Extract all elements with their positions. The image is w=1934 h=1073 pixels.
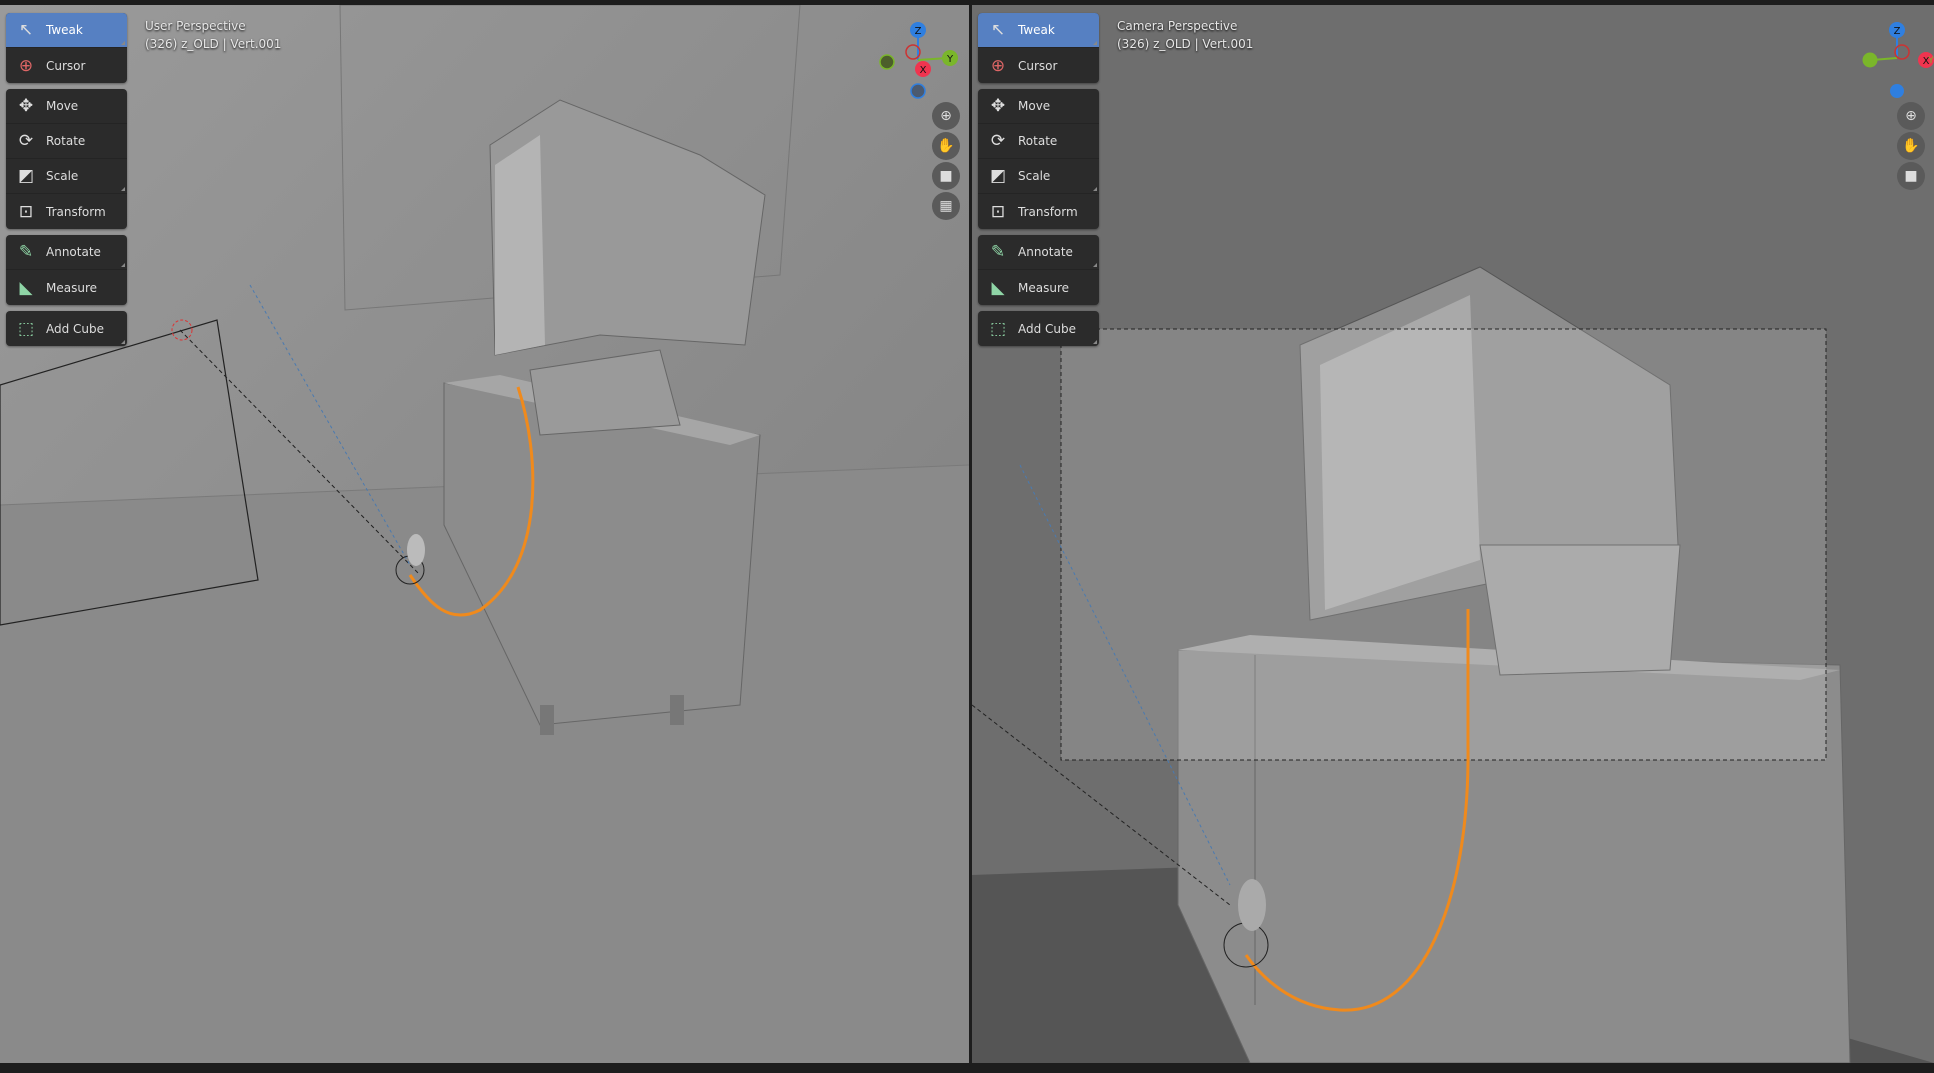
submenu-indicator	[1093, 340, 1097, 344]
axis-z-label: Z	[1894, 26, 1901, 37]
annotate-icon: ✎	[990, 242, 1006, 262]
tool-group: ✥ Move ⟳ Rotate ◩ Scale ⊡ Transform	[978, 89, 1099, 229]
transform-icon: ⊡	[990, 201, 1006, 222]
tool-label: Scale	[1018, 169, 1051, 183]
viewport-info: (326) z_OLD | Vert.001	[1117, 37, 1254, 51]
navigation-gizmo[interactable]: X Z Y	[1842, 15, 1934, 105]
tool-move[interactable]: ✥ Move	[978, 89, 1099, 124]
axis-y-label: Y	[946, 54, 954, 65]
add-cube-icon: ⬚	[989, 318, 1007, 339]
tool-group: ↖ Tweak ⊕ Cursor	[6, 13, 127, 83]
viewport-right[interactable]: Camera Perspective (326) z_OLD | Vert.00…	[972, 5, 1934, 1063]
tool-group: ✎ Annotate ◣ Measure	[6, 235, 127, 305]
tool-label: Rotate	[46, 134, 86, 148]
tool-label: Measure	[1018, 280, 1069, 295]
viewport-title: User Perspective	[145, 19, 246, 33]
tool-group: ⬚ Add Cube	[978, 311, 1099, 346]
scale-icon: ◩	[989, 166, 1007, 186]
scene-left	[0, 5, 969, 1063]
tool-measure[interactable]: ◣ Measure	[978, 270, 1099, 305]
tool-label: Move	[1018, 99, 1051, 113]
tool-cursor[interactable]: ⊕ Cursor	[978, 48, 1099, 83]
tweak-icon: ↖	[18, 20, 34, 40]
tool-label: Measure	[46, 280, 97, 295]
tool-annotate[interactable]: ✎ Annotate	[6, 235, 127, 270]
tool-rotate[interactable]: ⟳ Rotate	[978, 124, 1099, 159]
submenu-indicator	[121, 340, 125, 344]
zoom-icon[interactable]: ⊕	[932, 102, 960, 130]
axis-z-label: Z	[915, 26, 922, 37]
viewport-title: Camera Perspective	[1117, 19, 1238, 33]
cursor-icon: ⊕	[990, 55, 1006, 76]
navigation-gizmo[interactable]: Z Y X	[870, 15, 969, 105]
tool-label: Annotate	[1018, 245, 1073, 259]
tool-rotate[interactable]: ⟳ Rotate	[6, 124, 127, 159]
tool-label: Annotate	[46, 245, 101, 259]
axis-y-label: Y	[1927, 56, 1934, 66]
move-icon: ✥	[990, 96, 1006, 116]
tool-group: ✥ Move ⟳ Rotate ◩ Scale ⊡ Transform	[6, 89, 127, 229]
tool-add-cube[interactable]: ⬚ Add Cube	[6, 311, 127, 346]
toolbar: ↖ Tweak ⊕ Cursor ✥ Move ⟳ Rotate ◩ Scale ⊡ Transfor…	[6, 13, 127, 352]
tool-tweak[interactable]: ↖ Tweak	[978, 13, 1099, 48]
grid-icon[interactable]: ▦	[932, 192, 960, 220]
zoom-icon[interactable]: ⊕	[1897, 102, 1925, 130]
tool-transform[interactable]: ⊡ Transform	[6, 194, 127, 229]
cursor-icon: ⊕	[18, 55, 34, 76]
tool-measure[interactable]: ◣ Measure	[6, 270, 127, 305]
submenu-indicator	[121, 263, 125, 267]
tool-label: Cursor	[1018, 58, 1058, 73]
tool-label: Transform	[46, 204, 106, 219]
transform-icon: ⊡	[18, 201, 34, 222]
tool-group: ↖ Tweak ⊕ Cursor	[978, 13, 1099, 83]
tool-transform[interactable]: ⊡ Transform	[978, 194, 1099, 229]
tool-cursor[interactable]: ⊕ Cursor	[6, 48, 127, 83]
tool-scale[interactable]: ◩ Scale	[978, 159, 1099, 194]
camera-icon[interactable]: ■	[1897, 162, 1925, 190]
tool-tweak[interactable]: ↖ Tweak	[6, 13, 127, 48]
pan-hand-icon[interactable]: ✋	[1897, 132, 1925, 160]
pan-hand-icon[interactable]: ✋	[932, 132, 960, 160]
toolbar: ↖ Tweak ⊕ Cursor ✥ Move ⟳ Rotate ◩ Scale ⊡ Transfor…	[978, 13, 1099, 352]
tool-label: Add Cube	[46, 321, 105, 336]
annotate-icon: ✎	[18, 242, 34, 262]
measure-icon: ◣	[19, 277, 33, 298]
tool-move[interactable]: ✥ Move	[6, 89, 127, 124]
tool-add-cube[interactable]: ⬚ Add Cube	[978, 311, 1099, 346]
scene-right	[972, 5, 1934, 1063]
camera-icon[interactable]: ■	[932, 162, 960, 190]
move-icon: ✥	[18, 96, 34, 116]
tool-label: Transform	[1018, 204, 1078, 219]
viewport-left[interactable]: User Perspective (326) z_OLD | Vert.001 …	[0, 5, 969, 1063]
bottom-bar	[0, 1063, 1934, 1073]
submenu-indicator	[121, 41, 125, 45]
tool-label: Rotate	[1018, 134, 1058, 148]
tool-label: Tweak	[46, 23, 83, 37]
viewport-info: (326) z_OLD | Vert.001	[145, 37, 282, 51]
submenu-indicator	[1093, 41, 1097, 45]
tweak-icon: ↖	[990, 20, 1006, 40]
submenu-indicator	[121, 187, 125, 191]
tool-group: ✎ Annotate ◣ Measure	[978, 235, 1099, 305]
measure-icon: ◣	[991, 277, 1005, 298]
axis-x-label: X	[920, 65, 927, 76]
rotate-icon: ⟳	[990, 131, 1006, 151]
submenu-indicator	[1093, 263, 1097, 267]
add-cube-icon: ⬚	[17, 318, 35, 339]
tool-annotate[interactable]: ✎ Annotate	[978, 235, 1099, 270]
tool-label: Move	[46, 99, 79, 113]
scale-icon: ◩	[17, 166, 35, 186]
tool-label: Scale	[46, 169, 79, 183]
tool-label: Add Cube	[1018, 321, 1077, 336]
tool-label: Tweak	[1018, 23, 1055, 37]
tool-label: Cursor	[46, 58, 86, 73]
submenu-indicator	[1093, 187, 1097, 191]
tool-scale[interactable]: ◩ Scale	[6, 159, 127, 194]
rotate-icon: ⟳	[18, 131, 34, 151]
tool-group: ⬚ Add Cube	[6, 311, 127, 346]
